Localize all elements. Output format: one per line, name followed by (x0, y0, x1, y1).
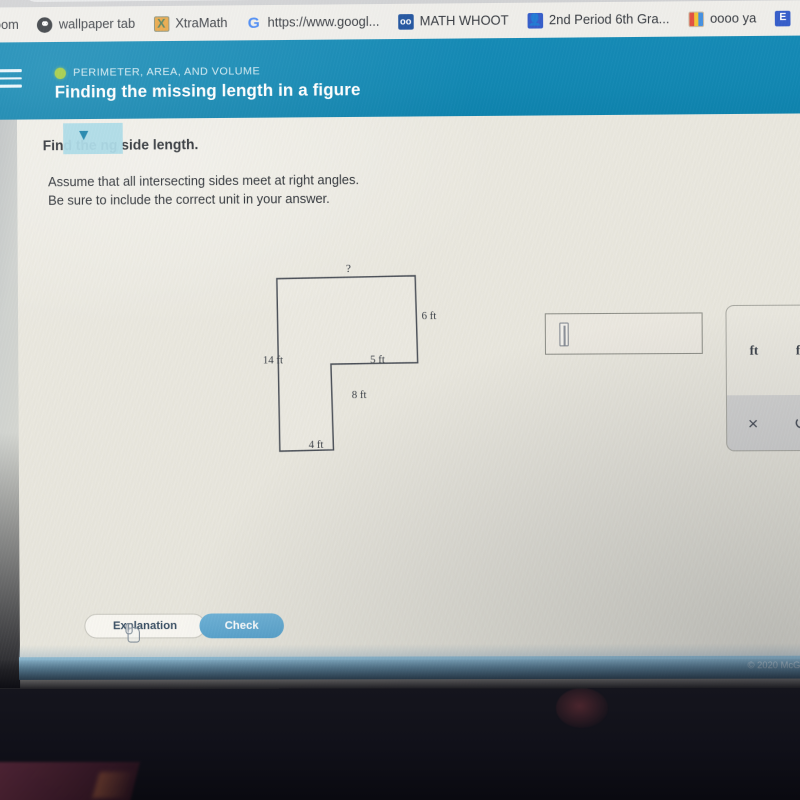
prompt-overlay (63, 122, 123, 155)
bookmark-classroom[interactable]: 👤 2nd Period 6th Gra... (518, 4, 679, 34)
bookmark-zoom[interactable]: oom (0, 10, 28, 39)
explanation-button[interactable]: Explanation (84, 613, 206, 639)
undo-icon[interactable]: ↺ (794, 413, 800, 433)
classroom-icon: 👤 (527, 12, 543, 29)
chevron-down-icon[interactable]: ▾ (80, 126, 88, 144)
desk-glint (92, 772, 136, 798)
instruction-line-2: Be sure to include the correct unit in y… (48, 191, 330, 208)
photo-of-monitor: hp-logo ⟳ www-awn.aleks.com/alekscgi/x/I… (0, 0, 800, 800)
answer-input[interactable] (544, 312, 703, 355)
text-caret-icon (559, 322, 569, 347)
figure-label-top: ? (345, 262, 351, 276)
globe-icon: ⚭ (37, 16, 53, 33)
gutter-shadow (0, 119, 21, 689)
figure-label-inner-vertical: 8 ft (351, 389, 367, 402)
bookmark-extra[interactable]: E (766, 3, 800, 32)
keypad-units-row: ft ft2 (726, 305, 800, 395)
screen-bottom-edge (0, 658, 800, 690)
app-icon: E (775, 10, 791, 26)
grid-icon (688, 10, 704, 27)
bookmark-wallpaper-tab[interactable]: ⚭ wallpaper tab (28, 9, 145, 39)
hamburger-menu-icon[interactable] (0, 69, 22, 90)
green-dot-icon (54, 67, 66, 79)
figure-label-bottom: 4 ft (308, 439, 324, 452)
figure-label-left: 14 ft (262, 355, 284, 367)
instruction-line-1: Assume that all intersecting sides meet … (48, 172, 360, 190)
exercise-page: Find the ng side length. ▾ Assume that a… (15, 113, 800, 658)
bookmark-google[interactable]: G https://www.googl... (237, 7, 389, 37)
page-title: Finding the missing length in a figure (54, 80, 361, 102)
google-icon: G (247, 13, 260, 32)
figure-label-inner-horizontal: 5 ft (370, 354, 385, 367)
unit-keypad: ft ft2 × ↺ (725, 304, 800, 452)
figure-outline (276, 275, 419, 453)
whoot-icon: oo (397, 13, 414, 30)
keypad-unit-ft-squared[interactable]: ft2 (796, 342, 800, 359)
xtramath-icon: X (153, 15, 170, 32)
keypad-unit-ft[interactable]: ft (750, 343, 759, 359)
geometry-figure: ? 6 ft 5 ft 8 ft 14 ft 4 ft (238, 261, 497, 479)
monitor-screen: ⟳ www-awn.aleks.com/alekscgi/x/Isl.exe/1… (0, 0, 800, 690)
figure-label-right: 6 ft (421, 310, 437, 323)
clear-icon[interactable]: × (748, 413, 758, 433)
instructions: Assume that all intersecting sides meet … (48, 171, 359, 210)
bookmark-xtramath[interactable]: X XtraMath (144, 8, 236, 38)
check-button[interactable]: Check (199, 613, 284, 639)
topic-row: PERIMETER, AREA, AND VOLUME (54, 65, 261, 79)
bookmark-math-whoot[interactable]: oo MATH WHOOT (389, 6, 518, 36)
bookmark-oooo-ya[interactable]: oooo ya (679, 4, 766, 34)
keypad-actions-row: × ↺ (726, 394, 800, 452)
hp-logo: hp-logo (556, 688, 608, 728)
aleks-header: PERIMETER, AREA, AND VOLUME Finding the … (0, 35, 800, 120)
topic-label: PERIMETER, AREA, AND VOLUME (73, 65, 261, 79)
hand-cursor-icon (125, 623, 142, 643)
